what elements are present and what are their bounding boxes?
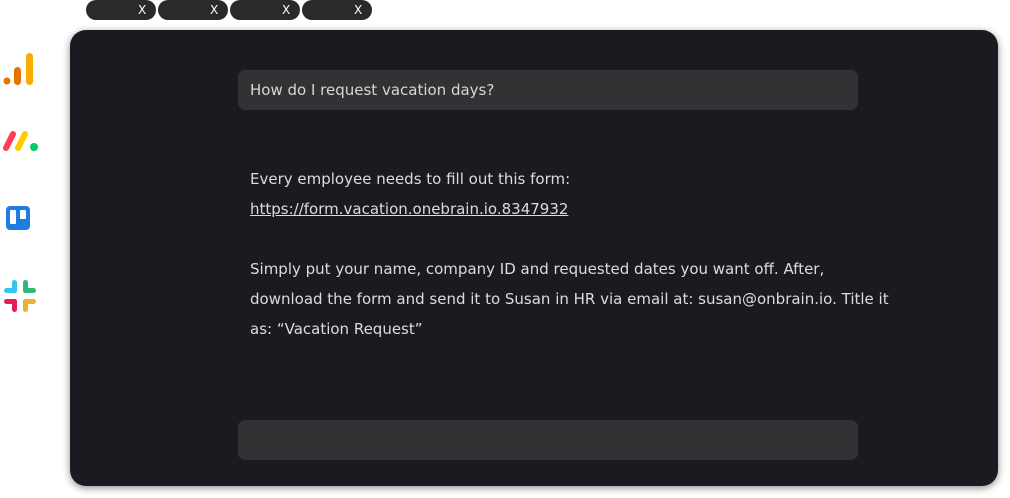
answer-paragraph-2: Simply put your name, company ID and req… [250,260,889,338]
message-input[interactable] [238,420,858,460]
trello-icon[interactable] [2,204,36,238]
google-analytics-icon[interactable] [2,50,36,85]
tab-close-button[interactable]: X [282,1,290,19]
tab-4[interactable]: X [302,0,372,20]
tab-2[interactable]: X [158,0,228,20]
vacation-form-link[interactable]: https://form.vacation.onebrain.io.834793… [250,200,568,218]
slack-icon[interactable] [2,278,36,312]
question-bubble: How do I request vacation days? [238,70,858,110]
tab-1[interactable]: X [86,0,156,20]
answer-paragraph-1: Every employee needs to fill out this fo… [250,164,890,224]
chat-panel: How do I request vacation days? Every em… [70,30,998,486]
tab-close-button[interactable]: X [210,1,218,19]
tab-close-button[interactable]: X [138,1,146,19]
tab-3[interactable]: X [230,0,300,20]
tab-close-button[interactable]: X [354,1,362,19]
tab-strip: X X X X [86,0,372,20]
answer-intro: Every employee needs to fill out this fo… [250,170,571,188]
monday-icon[interactable] [2,128,38,162]
answer-text: Every employee needs to fill out this fo… [250,164,890,374]
